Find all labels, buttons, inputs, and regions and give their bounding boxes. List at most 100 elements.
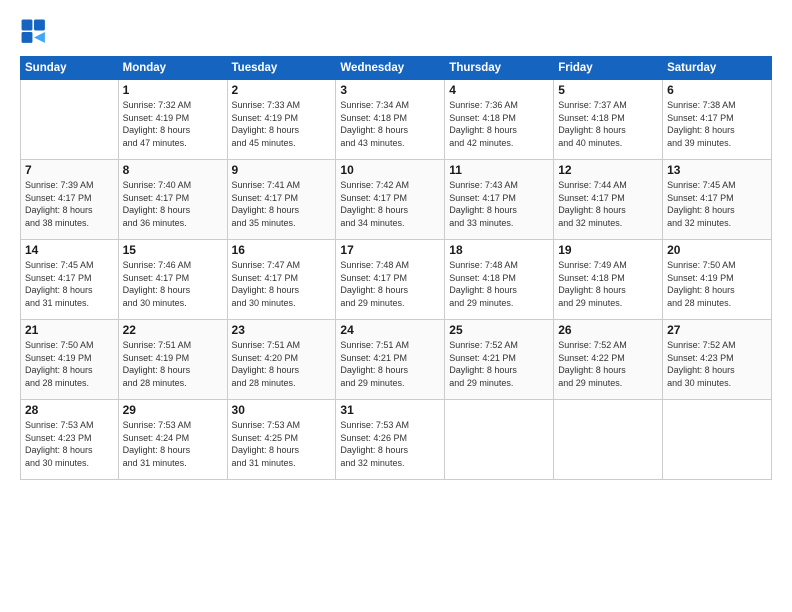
calendar-cell: 25 Sunrise: 7:52 AM Sunset: 4:21 PM Dayli…	[445, 320, 554, 400]
day-number: 20	[667, 243, 767, 257]
day-number: 17	[340, 243, 440, 257]
calendar-cell: 2 Sunrise: 7:33 AM Sunset: 4:19 PM Daylig…	[227, 80, 336, 160]
logo	[20, 18, 52, 46]
day-info: Sunrise: 7:36 AM Sunset: 4:18 PM Dayligh…	[449, 99, 549, 149]
day-info: Sunrise: 7:44 AM Sunset: 4:17 PM Dayligh…	[558, 179, 658, 229]
week-row-3: 14 Sunrise: 7:45 AM Sunset: 4:17 PM Dayli…	[21, 240, 772, 320]
calendar-cell: 17 Sunrise: 7:48 AM Sunset: 4:17 PM Dayli…	[336, 240, 445, 320]
calendar-cell: 21 Sunrise: 7:50 AM Sunset: 4:19 PM Dayli…	[21, 320, 119, 400]
day-info: Sunrise: 7:51 AM Sunset: 4:21 PM Dayligh…	[340, 339, 440, 389]
day-number: 6	[667, 83, 767, 97]
day-info: Sunrise: 7:53 AM Sunset: 4:23 PM Dayligh…	[25, 419, 114, 469]
calendar-cell: 29Sunrise: 7:53 AM Sunset: 4:24 PM Dayli…	[118, 400, 227, 480]
calendar-cell	[445, 400, 554, 480]
calendar-cell: 13 Sunrise: 7:45 AM Sunset: 4:17 PM Dayli…	[663, 160, 772, 240]
calendar-cell: 8 Sunrise: 7:40 AM Sunset: 4:17 PM Daylig…	[118, 160, 227, 240]
day-number: 12	[558, 163, 658, 177]
day-number: 25	[449, 323, 549, 337]
calendar-cell: 16Sunrise: 7:47 AM Sunset: 4:17 PM Dayli…	[227, 240, 336, 320]
day-info: Sunrise: 7:37 AM Sunset: 4:18 PM Dayligh…	[558, 99, 658, 149]
day-info: Sunrise: 7:47 AM Sunset: 4:17 PM Dayligh…	[232, 259, 332, 309]
day-info: Sunrise: 7:53 AM Sunset: 4:24 PM Dayligh…	[123, 419, 223, 469]
calendar-cell	[21, 80, 119, 160]
day-number: 7	[25, 163, 114, 177]
calendar-cell: 12 Sunrise: 7:44 AM Sunset: 4:17 PM Dayli…	[554, 160, 663, 240]
day-info: Sunrise: 7:52 AM Sunset: 4:22 PM Dayligh…	[558, 339, 658, 389]
col-header-saturday: Saturday	[663, 57, 772, 80]
calendar-cell: 4 Sunrise: 7:36 AM Sunset: 4:18 PM Daylig…	[445, 80, 554, 160]
calendar-cell: 31 Sunrise: 7:53 AM Sunset: 4:26 PM Dayli…	[336, 400, 445, 480]
calendar-cell: 19 Sunrise: 7:49 AM Sunset: 4:18 PM Dayli…	[554, 240, 663, 320]
day-number: 2	[232, 83, 332, 97]
day-number: 11	[449, 163, 549, 177]
calendar-cell: 5 Sunrise: 7:37 AM Sunset: 4:18 PM Daylig…	[554, 80, 663, 160]
calendar-cell: 14 Sunrise: 7:45 AM Sunset: 4:17 PM Dayli…	[21, 240, 119, 320]
day-number: 9	[232, 163, 332, 177]
day-number: 21	[25, 323, 114, 337]
day-number: 5	[558, 83, 658, 97]
day-info: Sunrise: 7:51 AM Sunset: 4:19 PM Dayligh…	[123, 339, 223, 389]
calendar-cell: 11 Sunrise: 7:43 AM Sunset: 4:17 PM Dayli…	[445, 160, 554, 240]
day-info: Sunrise: 7:50 AM Sunset: 4:19 PM Dayligh…	[25, 339, 114, 389]
day-info: Sunrise: 7:41 AM Sunset: 4:17 PM Dayligh…	[232, 179, 332, 229]
calendar-cell: 18Sunrise: 7:48 AM Sunset: 4:18 PM Dayli…	[445, 240, 554, 320]
week-row-2: 7 Sunrise: 7:39 AM Sunset: 4:17 PM Daylig…	[21, 160, 772, 240]
calendar-cell: 10 Sunrise: 7:42 AM Sunset: 4:17 PM Dayli…	[336, 160, 445, 240]
day-number: 14	[25, 243, 114, 257]
col-header-sunday: Sunday	[21, 57, 119, 80]
day-number: 10	[340, 163, 440, 177]
day-number: 22	[123, 323, 223, 337]
col-header-tuesday: Tuesday	[227, 57, 336, 80]
calendar-cell: 7 Sunrise: 7:39 AM Sunset: 4:17 PM Daylig…	[21, 160, 119, 240]
day-info: Sunrise: 7:34 AM Sunset: 4:18 PM Dayligh…	[340, 99, 440, 149]
calendar-cell: 30Sunrise: 7:53 AM Sunset: 4:25 PM Dayli…	[227, 400, 336, 480]
day-number: 4	[449, 83, 549, 97]
day-info: Sunrise: 7:48 AM Sunset: 4:17 PM Dayligh…	[340, 259, 440, 309]
calendar-cell: 6 Sunrise: 7:38 AM Sunset: 4:17 PM Daylig…	[663, 80, 772, 160]
day-number: 19	[558, 243, 658, 257]
day-number: 23	[232, 323, 332, 337]
calendar-cell	[663, 400, 772, 480]
day-info: Sunrise: 7:52 AM Sunset: 4:21 PM Dayligh…	[449, 339, 549, 389]
col-header-friday: Friday	[554, 57, 663, 80]
day-info: Sunrise: 7:53 AM Sunset: 4:26 PM Dayligh…	[340, 419, 440, 469]
col-header-monday: Monday	[118, 57, 227, 80]
day-info: Sunrise: 7:38 AM Sunset: 4:17 PM Dayligh…	[667, 99, 767, 149]
day-info: Sunrise: 7:48 AM Sunset: 4:18 PM Dayligh…	[449, 259, 549, 309]
day-number: 13	[667, 163, 767, 177]
day-number: 8	[123, 163, 223, 177]
day-number: 3	[340, 83, 440, 97]
calendar-cell	[554, 400, 663, 480]
day-number: 26	[558, 323, 658, 337]
calendar-cell: 3 Sunrise: 7:34 AM Sunset: 4:18 PM Daylig…	[336, 80, 445, 160]
day-info: Sunrise: 7:45 AM Sunset: 4:17 PM Dayligh…	[667, 179, 767, 229]
col-header-thursday: Thursday	[445, 57, 554, 80]
calendar-cell: 24Sunrise: 7:51 AM Sunset: 4:21 PM Dayli…	[336, 320, 445, 400]
day-number: 27	[667, 323, 767, 337]
day-info: Sunrise: 7:51 AM Sunset: 4:20 PM Dayligh…	[232, 339, 332, 389]
day-number: 31	[340, 403, 440, 417]
day-info: Sunrise: 7:46 AM Sunset: 4:17 PM Dayligh…	[123, 259, 223, 309]
calendar-cell: 26 Sunrise: 7:52 AM Sunset: 4:22 PM Dayli…	[554, 320, 663, 400]
calendar-table: SundayMondayTuesdayWednesdayThursdayFrid…	[20, 56, 772, 480]
day-number: 15	[123, 243, 223, 257]
week-row-1: 1Sunrise: 7:32 AM Sunset: 4:19 PM Daylig…	[21, 80, 772, 160]
day-info: Sunrise: 7:40 AM Sunset: 4:17 PM Dayligh…	[123, 179, 223, 229]
day-number: 28	[25, 403, 114, 417]
day-info: Sunrise: 7:50 AM Sunset: 4:19 PM Dayligh…	[667, 259, 767, 309]
day-info: Sunrise: 7:43 AM Sunset: 4:17 PM Dayligh…	[449, 179, 549, 229]
day-info: Sunrise: 7:53 AM Sunset: 4:25 PM Dayligh…	[232, 419, 332, 469]
calendar-cell: 20 Sunrise: 7:50 AM Sunset: 4:19 PM Dayli…	[663, 240, 772, 320]
week-row-5: 28 Sunrise: 7:53 AM Sunset: 4:23 PM Dayli…	[21, 400, 772, 480]
day-info: Sunrise: 7:33 AM Sunset: 4:19 PM Dayligh…	[232, 99, 332, 149]
day-info: Sunrise: 7:39 AM Sunset: 4:17 PM Dayligh…	[25, 179, 114, 229]
calendar-cell: 27Sunrise: 7:52 AM Sunset: 4:23 PM Dayli…	[663, 320, 772, 400]
day-info: Sunrise: 7:45 AM Sunset: 4:17 PM Dayligh…	[25, 259, 114, 309]
col-header-wednesday: Wednesday	[336, 57, 445, 80]
logo-icon	[20, 18, 48, 46]
day-number: 1	[123, 83, 223, 97]
week-row-4: 21 Sunrise: 7:50 AM Sunset: 4:19 PM Dayli…	[21, 320, 772, 400]
day-info: Sunrise: 7:49 AM Sunset: 4:18 PM Dayligh…	[558, 259, 658, 309]
day-info: Sunrise: 7:42 AM Sunset: 4:17 PM Dayligh…	[340, 179, 440, 229]
calendar-cell: 28 Sunrise: 7:53 AM Sunset: 4:23 PM Dayli…	[21, 400, 119, 480]
